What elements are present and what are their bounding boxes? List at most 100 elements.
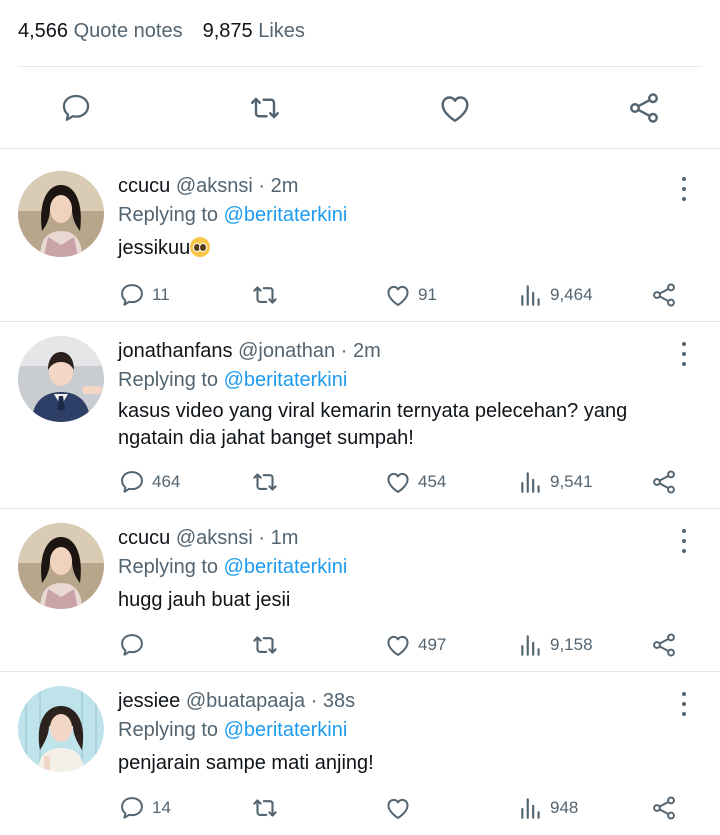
display-name[interactable]: jonathanfans [118, 340, 233, 362]
display-name[interactable]: ccucu [118, 527, 170, 549]
tweet-text: penjarain sampe mati anjing! [118, 752, 374, 774]
reply-tweet[interactable]: jessiee @buatapaaja · 38s Replying to @b… [0, 672, 720, 835]
handle[interactable]: @jonathan [238, 340, 335, 362]
like-icon [387, 472, 409, 493]
handle[interactable]: @buatapaaja [186, 690, 305, 712]
retweet-button[interactable] [250, 793, 286, 823]
likes-stat[interactable]: 9,875 Likes [203, 20, 305, 43]
separator: · [258, 175, 266, 197]
share-icon [630, 93, 658, 123]
avatar[interactable] [18, 336, 104, 422]
reply-icon [62, 94, 90, 121]
share-button[interactable] [650, 793, 678, 823]
like-icon [387, 798, 409, 819]
view-count: 948 [550, 798, 579, 817]
reply-icon [121, 634, 143, 656]
display-name[interactable]: jessiee [118, 690, 180, 712]
share-button[interactable] [650, 630, 678, 660]
separator: · [258, 527, 266, 549]
replying-prefix: Replying to [118, 204, 219, 226]
reply-button[interactable]: 464 [118, 467, 180, 497]
timestamp[interactable]: 2m [271, 175, 299, 197]
reply-tweet[interactable]: ccucu @aksnsi · 1m Replying to @beritate… [0, 509, 720, 672]
tweet-actions: 497 9,158 [0, 630, 720, 660]
retweet-button[interactable] [247, 90, 283, 126]
pleading-face-emoji [190, 237, 211, 257]
reply-button[interactable] [58, 90, 94, 126]
tweet-stats: 4,566 Quote notes 9,875 Likes [18, 20, 305, 43]
like-button[interactable]: 91 [384, 280, 437, 310]
separator: · [340, 340, 348, 362]
more-options-button[interactable] [678, 177, 690, 201]
view-count: 9,158 [550, 635, 593, 654]
views-icon [521, 285, 540, 306]
tweet-actions: 14 948 [0, 793, 720, 823]
reply-count: 11 [152, 285, 170, 304]
views-button[interactable]: 9,158 [518, 630, 593, 660]
like-button[interactable]: 454 [384, 467, 446, 497]
reply-button[interactable]: 14 [118, 793, 171, 823]
timestamp[interactable]: 1m [271, 527, 299, 549]
avatar[interactable] [18, 686, 104, 772]
timestamp[interactable]: 2m [353, 340, 381, 362]
share-button[interactable] [650, 467, 678, 497]
like-icon [387, 635, 409, 656]
view-count: 9,464 [550, 285, 593, 304]
views-button[interactable]: 9,464 [518, 280, 593, 310]
more-options-button[interactable] [678, 692, 690, 716]
reply-count: 464 [152, 472, 181, 491]
timestamp[interactable]: 38s [323, 690, 355, 712]
like-button[interactable] [437, 90, 473, 126]
views-button[interactable]: 9,541 [518, 467, 593, 497]
retweet-icon [253, 636, 277, 654]
share-icon [653, 470, 675, 494]
replying-to-link[interactable]: @beritaterkini [224, 369, 348, 391]
view-count: 9,541 [550, 472, 593, 491]
quote-notes-stat[interactable]: 4,566 Quote notes [18, 20, 183, 43]
retweet-button[interactable] [250, 280, 286, 310]
share-button[interactable] [650, 280, 678, 310]
retweet-button[interactable] [250, 630, 286, 660]
replying-to-link[interactable]: @beritaterkini [224, 204, 348, 226]
reply-tweet[interactable]: jonathanfans @jonathan · 2m Replying to … [0, 322, 720, 509]
more-options-button[interactable] [678, 529, 690, 553]
replying-prefix: Replying to [118, 369, 219, 391]
replying-to-link[interactable]: @beritaterkini [224, 719, 348, 741]
display-name[interactable]: ccucu [118, 175, 170, 197]
handle[interactable]: @aksnsi [176, 527, 253, 549]
handle[interactable]: @aksnsi [176, 175, 253, 197]
views-icon [521, 635, 540, 656]
like-button[interactable]: 497 [384, 630, 446, 660]
retweet-button[interactable] [250, 467, 286, 497]
tweet-actions: 11 91 9,464 [0, 280, 720, 310]
retweet-icon [253, 473, 277, 491]
retweet-icon [253, 286, 277, 304]
avatar[interactable] [18, 523, 104, 609]
share-button[interactable] [626, 90, 662, 126]
reply-button[interactable]: 11 [118, 280, 170, 310]
views-icon [521, 798, 540, 819]
reply-button[interactable] [118, 630, 152, 660]
tweet-action-bar [0, 80, 720, 136]
tweet-text: hugg jauh buat jesii [118, 589, 291, 611]
separator: · [310, 690, 318, 712]
views-button[interactable]: 948 [518, 793, 578, 823]
retweet-icon [251, 97, 279, 119]
reply-icon [121, 471, 143, 493]
replying-prefix: Replying to [118, 556, 219, 578]
share-icon [653, 633, 675, 657]
reply-tweet[interactable]: ccucu @aksnsi · 2m Replying to @beritate… [0, 149, 720, 322]
avatar[interactable] [18, 171, 104, 257]
reply-count: 14 [152, 798, 171, 817]
views-icon [521, 472, 540, 493]
replying-prefix: Replying to [118, 719, 219, 741]
like-count: 497 [418, 635, 447, 654]
tweet-actions: 464 454 9,541 [0, 467, 720, 497]
like-count: 454 [418, 472, 447, 491]
like-icon [441, 96, 469, 122]
replying-to-link[interactable]: @beritaterkini [224, 556, 348, 578]
share-icon [653, 283, 675, 307]
like-button[interactable] [384, 793, 418, 823]
more-options-button[interactable] [678, 342, 690, 366]
share-icon [653, 796, 675, 820]
